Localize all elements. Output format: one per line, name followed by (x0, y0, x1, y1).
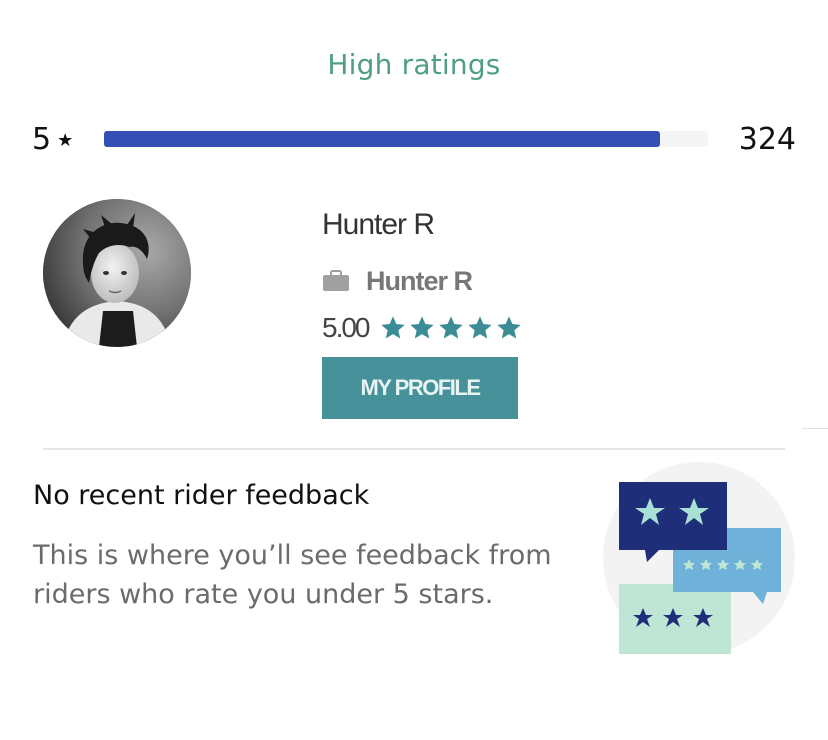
edge-divider (802, 428, 828, 429)
feedback-description: This is where you’ll see feedback from r… (33, 540, 552, 610)
driver-name: Hunter R (322, 208, 435, 241)
star-icon (496, 316, 521, 339)
company-row: Hunter R (322, 264, 473, 298)
rating-summary: 5.00 (322, 312, 523, 344)
rating-level-number: 5 (32, 122, 52, 157)
rating-progress-track (104, 131, 708, 147)
star-icon: ★ (57, 130, 74, 151)
rating-stars (379, 314, 523, 342)
star-icon (467, 316, 492, 339)
briefcase-icon (323, 270, 349, 291)
rating-count: 324 (738, 122, 796, 157)
company-name: Hunter R (366, 265, 473, 296)
avatar[interactable] (43, 199, 191, 347)
star-icon (438, 316, 463, 339)
popover-notch (474, 0, 498, 12)
rating-breakdown-row: 5 ★ 324 (32, 120, 796, 160)
star-icon (409, 316, 434, 339)
rating-score: 5.00 (322, 312, 370, 343)
star-icon (380, 316, 405, 339)
feedback-title: No recent rider feedback (33, 480, 370, 511)
avatar-photo (43, 199, 191, 347)
section-title: High ratings (327, 48, 501, 81)
rating-level-label: 5 ★ (32, 120, 73, 164)
my-profile-button[interactable]: MY PROFILE (322, 357, 518, 419)
rating-progress-fill (104, 131, 660, 147)
section-divider (43, 448, 785, 450)
rating-chat-bubbles-icon (603, 462, 795, 654)
